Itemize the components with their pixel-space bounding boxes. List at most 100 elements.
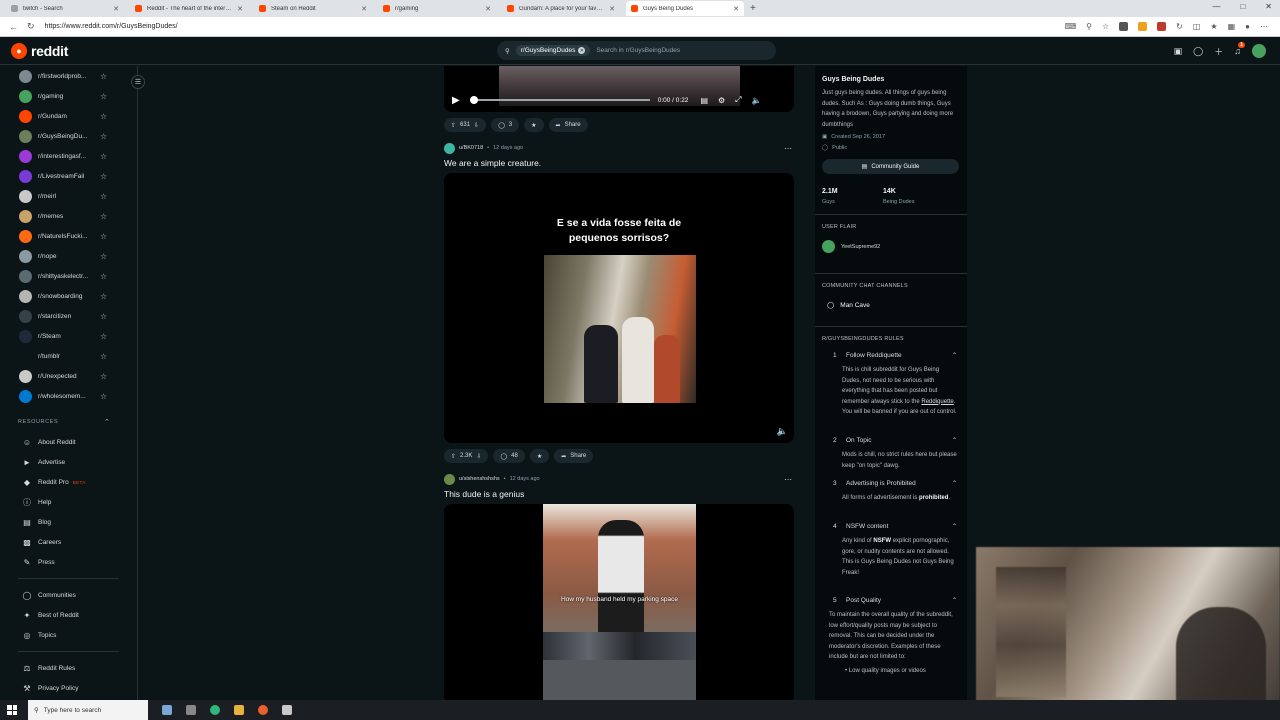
edge-browser-icon[interactable] bbox=[210, 705, 220, 715]
rule-item[interactable]: 2 On Topic ⌃ Mods is chill, no strict rule… bbox=[833, 434, 957, 471]
extension-icon[interactable] bbox=[1119, 22, 1129, 31]
chevron-up-icon[interactable]: ⌃ bbox=[952, 597, 957, 604]
chevron-up-icon[interactable]: ⌃ bbox=[952, 352, 957, 359]
chat-channel[interactable]: ◯ Man Cave bbox=[827, 301, 870, 310]
extension-icon[interactable] bbox=[1157, 22, 1167, 31]
volume-icon[interactable]: 🔈 bbox=[777, 426, 788, 437]
video-player[interactable]: ▶ 0:00 / 0:22 ▤ ⚙ ⤢ 🔈 bbox=[444, 66, 794, 112]
split-screen-icon[interactable]: ◫ bbox=[1193, 22, 1201, 31]
sidebar-community-item[interactable]: r/wholesomem... ☆ bbox=[0, 386, 137, 406]
new-tab-icon[interactable]: + bbox=[750, 3, 756, 14]
notification-icon[interactable]: ♫ 1 bbox=[1234, 42, 1245, 56]
post-author[interactable]: u/BK0718 bbox=[459, 145, 483, 151]
sidebar-community-item[interactable]: r/nope ☆ bbox=[0, 246, 137, 266]
more-options-icon[interactable]: ⋯ bbox=[784, 144, 792, 153]
downvote-icon[interactable]: ⇩ bbox=[476, 453, 481, 460]
windows-start-icon[interactable] bbox=[7, 705, 17, 715]
chevron-up-icon[interactable]: ⌃ bbox=[952, 523, 957, 530]
translate-icon[interactable]: ⌨ bbox=[1065, 22, 1077, 31]
chevron-up-icon[interactable]: ⌃ bbox=[104, 418, 110, 426]
file-explorer-icon[interactable] bbox=[234, 705, 244, 715]
sidebar-link[interactable]: ► Advertise bbox=[0, 452, 137, 472]
favorite-star-icon[interactable]: ☆ bbox=[100, 292, 107, 301]
favorite-star-icon[interactable]: ☆ bbox=[100, 92, 107, 101]
rule-item[interactable]: 4 NSFW content ⌃ Any kind of NSFW explicit… bbox=[833, 520, 957, 578]
settings-gear-icon[interactable]: ⚙ bbox=[718, 96, 725, 105]
sidebar-link[interactable]: ◯ Communities bbox=[0, 585, 137, 605]
browser-tab[interactable]: Steam on Reddit ✕ bbox=[254, 1, 372, 16]
browser-tab[interactable]: Gundam: A place for your favorit... ✕ bbox=[502, 1, 620, 16]
close-icon[interactable]: ✕ bbox=[1265, 2, 1272, 11]
chevron-up-icon[interactable]: ⌃ bbox=[952, 437, 957, 444]
search-scope-chip[interactable]: r/GuysBeingDudes ✕ bbox=[515, 45, 591, 56]
share-button[interactable]: ➦ Share bbox=[548, 118, 588, 132]
minimize-icon[interactable]: — bbox=[1212, 2, 1220, 11]
close-tab-icon[interactable]: ✕ bbox=[485, 5, 491, 13]
reload-ext-icon[interactable]: ↻ bbox=[1176, 22, 1183, 31]
advertise-icon[interactable]: ▣ bbox=[1174, 46, 1183, 57]
close-tab-icon[interactable]: ✕ bbox=[237, 5, 243, 13]
comments-button[interactable]: ◯ 48 bbox=[493, 449, 525, 463]
post-author[interactable]: u/sishenshshshs bbox=[459, 476, 500, 482]
rule-item[interactable]: 1 Follow Reddiquette ⌃ This is chill subre… bbox=[833, 349, 957, 418]
firefox-icon[interactable] bbox=[258, 705, 268, 715]
sidebar-link[interactable]: ⚖ Reddit Rules bbox=[0, 658, 137, 678]
favorite-star-icon[interactable]: ☆ bbox=[100, 212, 107, 221]
downvote-icon[interactable]: ⇩ bbox=[474, 122, 479, 129]
favorite-star-icon[interactable]: ☆ bbox=[100, 232, 107, 241]
comments-button[interactable]: ◯ 3 bbox=[491, 118, 520, 132]
sidebar-link[interactable]: ▤ Blog bbox=[0, 512, 137, 532]
sidebar-community-item[interactable]: r/GuysBeingDu... ☆ bbox=[0, 126, 137, 146]
favorite-star-icon[interactable]: ☆ bbox=[100, 372, 107, 381]
award-button[interactable]: ★ bbox=[524, 118, 544, 132]
sidebar-community-item[interactable]: r/Steam ☆ bbox=[0, 326, 137, 346]
close-tab-icon[interactable]: ✕ bbox=[113, 5, 119, 13]
rule-item[interactable]: 5 Post Quality ⌃ To maintain the overall q… bbox=[829, 594, 957, 676]
more-options-icon[interactable]: ⋯ bbox=[784, 475, 792, 484]
maximize-icon[interactable]: □ bbox=[1240, 2, 1245, 11]
browser-tab[interactable]: Reddit - The heart of the internet ✕ bbox=[130, 1, 248, 16]
extension-icon[interactable] bbox=[1138, 22, 1148, 31]
sidebar-link[interactable]: ✦ Best of Reddit bbox=[0, 605, 137, 625]
favorite-star-icon[interactable]: ☆ bbox=[100, 392, 107, 401]
sidebar-link[interactable]: ⓘ Help bbox=[0, 492, 137, 512]
avatar[interactable] bbox=[444, 473, 455, 485]
sidebar-link[interactable]: ◆ Reddit Pro BETA bbox=[0, 472, 137, 492]
collections-icon[interactable]: ▦ bbox=[1228, 22, 1236, 31]
post-title[interactable]: This dude is a genius bbox=[444, 489, 796, 499]
favorite-star-icon[interactable]: ☆ bbox=[100, 192, 107, 201]
news-widget-icon[interactable] bbox=[162, 705, 172, 715]
sidebar-link[interactable]: ✎ Press bbox=[0, 552, 137, 572]
favorite-star-icon[interactable]: ☆ bbox=[100, 132, 107, 141]
sidebar-community-item[interactable]: r/firstworldprob... ☆ bbox=[0, 66, 137, 86]
back-icon[interactable]: ← bbox=[9, 22, 18, 32]
search-input[interactable]: Search in r/GuysBeingDudes bbox=[596, 47, 680, 54]
sidebar-link[interactable]: ▩ Careers bbox=[0, 532, 137, 552]
volume-icon[interactable]: 🔈 bbox=[752, 96, 762, 105]
favorite-star-icon[interactable]: ☆ bbox=[100, 252, 107, 261]
favorite-star-icon[interactable]: ☆ bbox=[100, 172, 107, 181]
close-tab-icon[interactable]: ✕ bbox=[361, 5, 367, 13]
create-post-icon[interactable]: ＋ bbox=[1214, 45, 1223, 58]
browser-tab[interactable]: twitch - Search ✕ bbox=[6, 1, 124, 16]
sidebar-community-item[interactable]: r/snowboarding ☆ bbox=[0, 286, 137, 306]
reload-icon[interactable]: ↻ bbox=[27, 21, 35, 32]
browser-tab[interactable]: Guys Being Dudes ✕ bbox=[626, 1, 744, 16]
favorite-star-icon[interactable]: ☆ bbox=[100, 312, 107, 321]
sidebar-community-item[interactable]: r/shittyaskelectr... ☆ bbox=[0, 266, 137, 286]
sidebar-community-item[interactable]: r/memes ☆ bbox=[0, 206, 137, 226]
sidebar-community-item[interactable]: r/meirl ☆ bbox=[0, 186, 137, 206]
sidebar-collapse-button[interactable]: ☰ bbox=[131, 75, 145, 89]
sidebar-community-item[interactable]: r/NatureIsFucki... ☆ bbox=[0, 226, 137, 246]
search-bar[interactable]: ⚲ r/GuysBeingDudes ✕ Search in r/GuysBei… bbox=[497, 41, 776, 60]
community-guide-button[interactable]: ▤ Community Guide bbox=[822, 159, 959, 174]
reddit-logo[interactable]: ● reddit bbox=[11, 42, 68, 59]
sidebar-community-item[interactable]: r/starcitizen ☆ bbox=[0, 306, 137, 326]
rule-item[interactable]: 3 Advertising is Prohibited ⌃ All forms of… bbox=[833, 477, 957, 504]
app-icon[interactable] bbox=[282, 705, 292, 715]
fullscreen-icon[interactable]: ⤢ bbox=[735, 95, 741, 105]
sidebar-community-item[interactable]: r/interestingasf... ☆ bbox=[0, 146, 137, 166]
chat-icon[interactable]: ◯ bbox=[1193, 46, 1203, 57]
post-card[interactable]: u/sishenshshshs • 12 days ago ⋯ This dud… bbox=[444, 472, 796, 700]
upvote-icon[interactable]: ⇧ bbox=[451, 453, 456, 460]
